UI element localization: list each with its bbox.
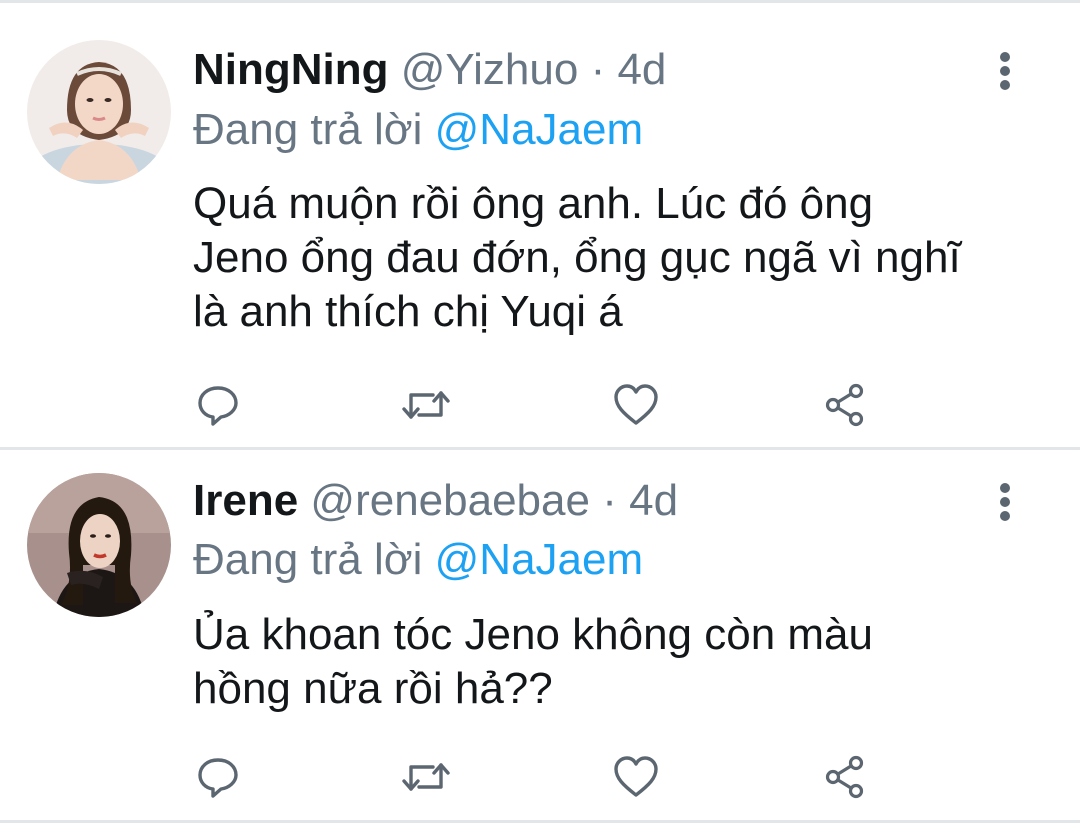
tweet-timeline: NingNing @Yizhuo · 4d Đang trả lời @NaJa… [0, 0, 1080, 826]
reply-prefix: Đang trả lời [193, 105, 423, 154]
display-name[interactable]: NingNing [193, 45, 389, 94]
timestamp[interactable]: 4d [617, 45, 666, 94]
user-handle[interactable]: @renebaebae [310, 476, 590, 525]
heart-icon [614, 384, 658, 425]
reply-button[interactable] [193, 380, 243, 430]
avatar-irene[interactable] [27, 473, 171, 617]
heart-icon [614, 756, 658, 797]
reply-prefix: Đang trả lời [193, 535, 423, 584]
reply-context: Đang trả lời @NaJaem [193, 534, 643, 586]
tweet-header: NingNing @Yizhuo · 4d [193, 44, 666, 96]
bottom-divider [0, 820, 1080, 823]
avatar-ningning[interactable] [27, 40, 171, 184]
tweet-2[interactable]: Irene @renebaebae · 4d Đang trả lời @NaJ… [0, 450, 1080, 820]
more-options-button[interactable] [985, 46, 1025, 96]
timestamp[interactable]: 4d [629, 476, 678, 525]
share-icon [825, 755, 864, 799]
reply-icon [198, 386, 238, 426]
share-icon [825, 383, 864, 427]
tweet-header: Irene @renebaebae · 4d [193, 475, 678, 527]
more-vertical-icon [1000, 52, 1010, 90]
user-handle[interactable]: @Yizhuo [401, 45, 579, 94]
reply-target-link[interactable]: @NaJaem [435, 535, 644, 584]
reply-button[interactable] [193, 752, 243, 802]
share-button[interactable] [820, 380, 870, 430]
reply-context: Đang trả lời @NaJaem [193, 104, 643, 156]
separator-dot: · [602, 476, 617, 525]
like-button[interactable] [611, 752, 661, 802]
more-vertical-icon [1000, 483, 1010, 521]
separator-dot: · [590, 45, 606, 94]
tweet-text: Quá muộn rồi ông anh. Lúc đó ông Jeno ổn… [193, 179, 961, 336]
retweet-icon [402, 391, 450, 419]
share-button[interactable] [820, 752, 870, 802]
like-button[interactable] [611, 380, 661, 430]
more-options-button[interactable] [985, 477, 1025, 527]
retweet-button[interactable] [401, 752, 451, 802]
reply-icon [198, 758, 238, 798]
retweet-button[interactable] [401, 380, 451, 430]
tweet-text: Ủa khoan tóc Jeno không còn màu hồng nữa… [193, 610, 874, 713]
retweet-icon [402, 763, 450, 791]
reply-target-link[interactable]: @NaJaem [435, 105, 644, 154]
display-name[interactable]: Irene [193, 476, 298, 525]
tweet-1[interactable]: NingNing @Yizhuo · 4d Đang trả lời @NaJa… [0, 0, 1080, 447]
